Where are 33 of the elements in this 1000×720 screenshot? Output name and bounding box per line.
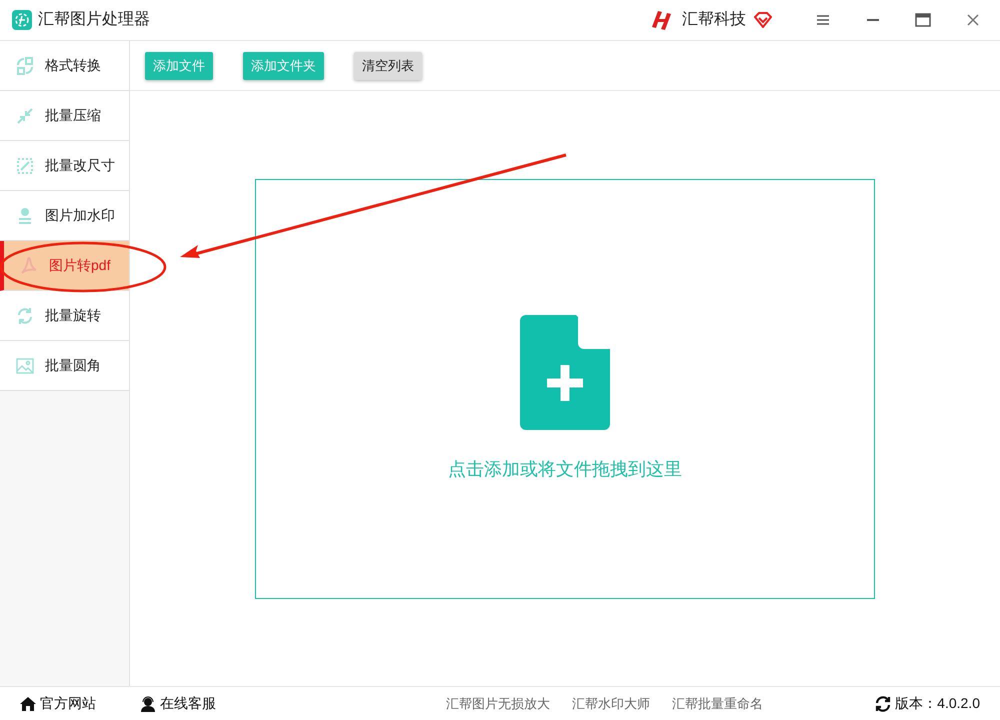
- footer-link[interactable]: 在线客服: [140, 693, 216, 714]
- minimize-icon: [867, 19, 879, 21]
- resize-icon: [15, 156, 35, 176]
- home-icon: [20, 696, 36, 712]
- sidebar-item[interactable]: 批量旋转: [0, 291, 129, 341]
- footer-link[interactable]: 官方网站: [20, 693, 96, 714]
- brand-name: 汇帮科技: [682, 10, 746, 30]
- app-logo-icon: [12, 10, 32, 30]
- version-text: 版本：4.0.2.0: [895, 694, 980, 713]
- toolbar-button[interactable]: 清空列表: [354, 52, 422, 80]
- compress-icon: [15, 106, 35, 126]
- sidebar-item[interactable]: 图片加水印: [0, 191, 129, 241]
- refresh-icon: [875, 696, 892, 712]
- sidebar-item[interactable]: 格式转换: [0, 41, 129, 91]
- sidebar-item[interactable]: 批量改尺寸: [0, 141, 129, 191]
- brand-logo-icon: [652, 9, 674, 31]
- product-link[interactable]: 汇帮图片无损放大: [446, 694, 550, 714]
- image-icon: [15, 356, 35, 376]
- product-link[interactable]: 汇帮批量重命名: [672, 694, 763, 714]
- product-link[interactable]: 汇帮水印大师: [572, 694, 650, 714]
- convert-icon: [15, 56, 35, 76]
- support-icon: [140, 696, 156, 712]
- diamond-icon: [754, 12, 772, 28]
- rotate-icon: [15, 306, 35, 326]
- add-file-icon: [520, 314, 610, 430]
- sidebar-item[interactable]: 批量圆角: [0, 341, 129, 391]
- drop-hint: 点击添加或将文件拖拽到这里: [448, 458, 682, 480]
- window-title: 汇帮图片处理器: [38, 10, 150, 30]
- close-icon: [967, 14, 979, 26]
- maximize-icon: [915, 13, 931, 27]
- sidebar-item[interactable]: 批量压缩: [0, 91, 129, 141]
- menu-icon: [817, 15, 829, 25]
- pdf-icon: [19, 256, 39, 276]
